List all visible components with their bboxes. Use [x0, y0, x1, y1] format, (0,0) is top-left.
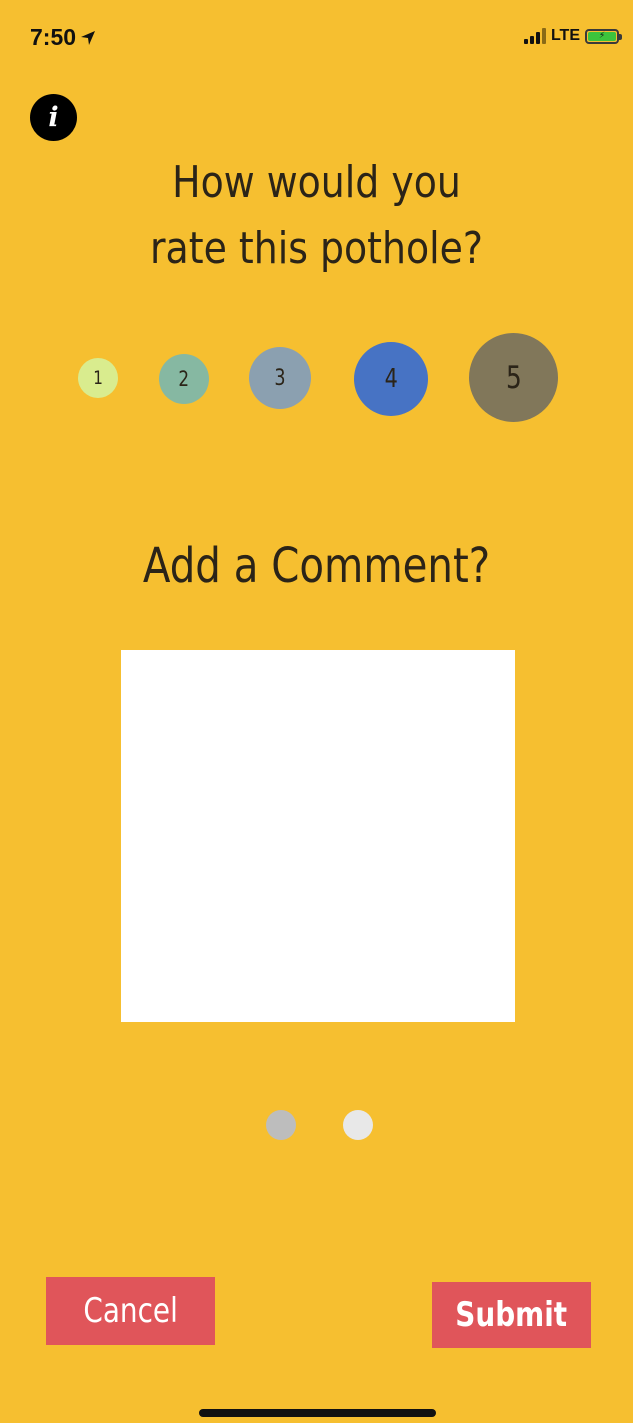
rating-option-label: 5 [505, 359, 522, 396]
rating-question-line2: rate this pothole? [149, 223, 483, 274]
page-indicator-dot-1[interactable] [266, 1110, 296, 1140]
cancel-button[interactable]: Cancel [46, 1277, 215, 1345]
rating-option-2[interactable]: 2 [159, 354, 209, 404]
home-indicator[interactable] [199, 1409, 436, 1417]
page-indicator-dot-2[interactable] [343, 1110, 373, 1140]
comment-input[interactable] [121, 650, 515, 1022]
rating-option-5[interactable]: 5 [469, 333, 558, 422]
status-time-label: 7:50 [30, 24, 77, 50]
rating-question-line1: How would you [172, 157, 461, 208]
rating-option-3[interactable]: 3 [249, 347, 311, 409]
submit-button[interactable]: Submit [432, 1282, 591, 1348]
signal-bars-icon [523, 28, 546, 44]
info-button[interactable]: i [30, 94, 77, 141]
rating-option-4[interactable]: 4 [354, 342, 428, 416]
comment-heading: Add a Comment? [142, 538, 491, 594]
network-label: LTE [550, 27, 580, 44]
info-icon: i [48, 102, 59, 133]
rating-option-label: 1 [93, 367, 103, 389]
rating-option-label: 4 [384, 364, 398, 394]
battery-charging-icon: ⚡ [585, 28, 622, 44]
status-indicators: LTE ⚡ [523, 27, 622, 45]
rating-option-label: 3 [274, 365, 286, 391]
location-arrow-icon [81, 30, 96, 45]
status-time: 7:50 [30, 24, 96, 51]
submit-button-label: Submit [455, 1295, 568, 1335]
rating-option-1[interactable]: 1 [78, 358, 118, 398]
rating-option-label: 2 [178, 367, 190, 391]
cancel-button-label: Cancel [83, 1291, 178, 1331]
rating-question: How would you rate this pothole? [44, 150, 588, 282]
